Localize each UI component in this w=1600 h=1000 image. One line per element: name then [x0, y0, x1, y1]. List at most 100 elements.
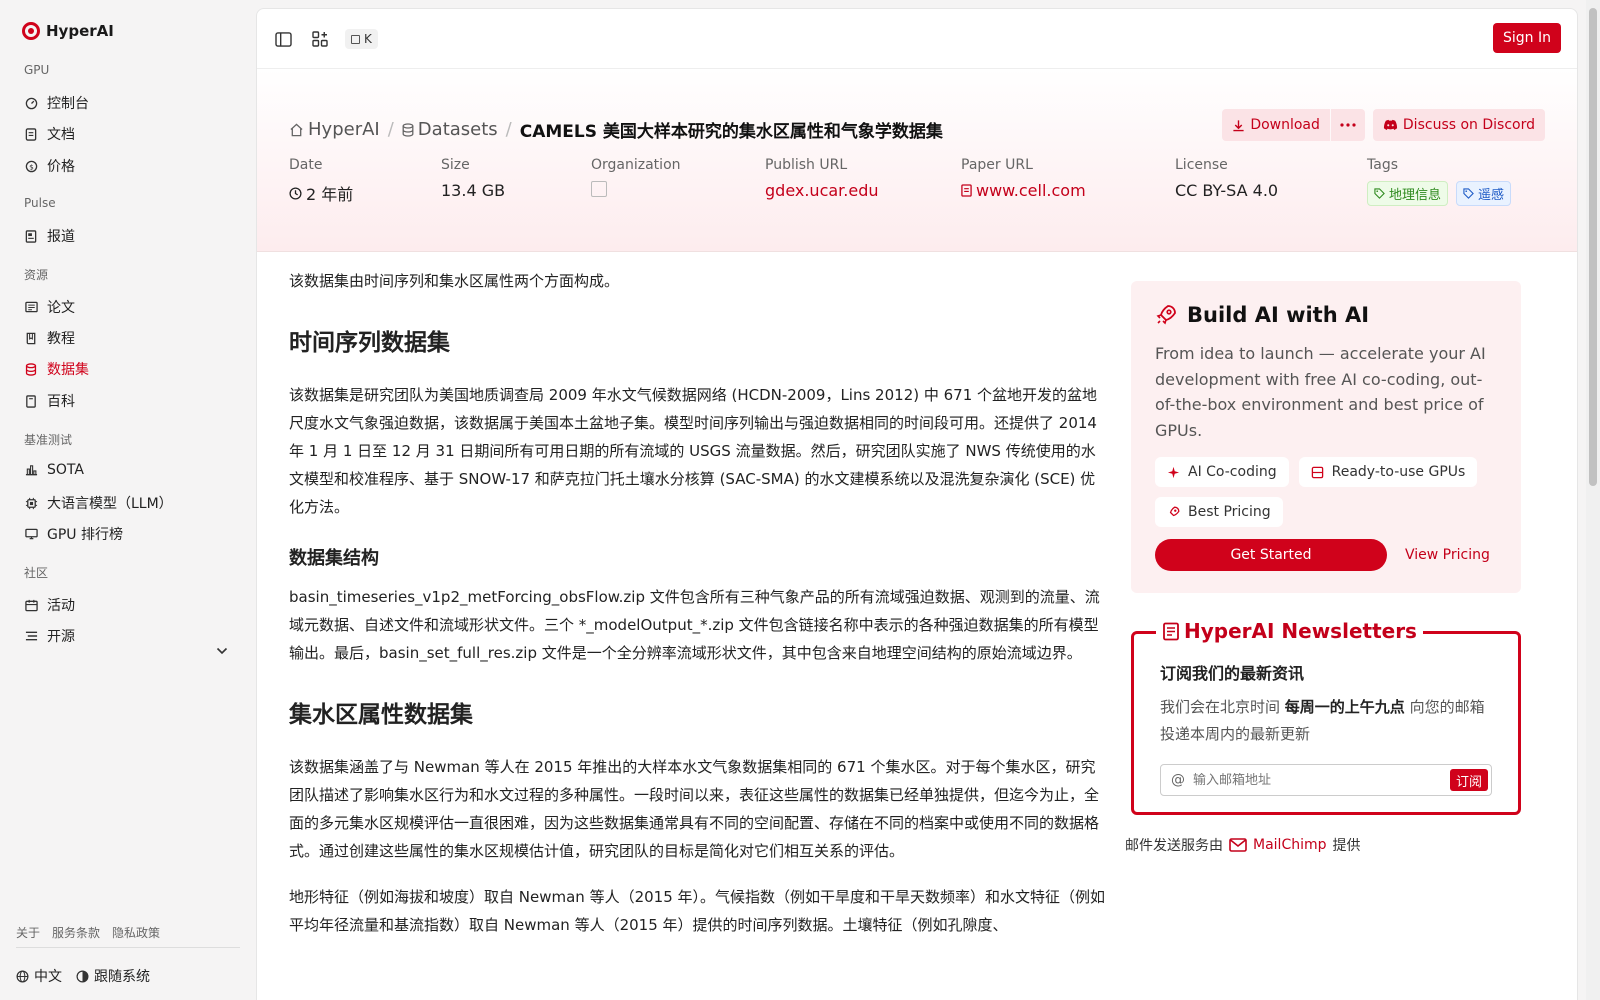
meta-date: Date 2 年前: [289, 157, 354, 204]
nav-section-community: 社区: [24, 566, 49, 580]
mailchimp-link[interactable]: MailChimp: [1229, 837, 1327, 853]
promo-features: AI Co-coding Ready-to-use GPUs Best Pric…: [1155, 457, 1497, 527]
mail-icon: [1229, 838, 1247, 852]
language-switcher[interactable]: 中文: [16, 966, 62, 986]
footer-link-about[interactable]: 关于: [16, 924, 40, 941]
rocket-icon: [1169, 506, 1180, 516]
sidebar-item-gpu-leaderboard[interactable]: GPU 排行榜: [24, 524, 123, 544]
sidebar: HyperAI GPU 控制台 文档 $ 价格 Pulse 报道 资源 论文 教…: [0, 0, 252, 1000]
sidebar-item-open-source[interactable]: 开源: [24, 626, 75, 646]
newspaper-icon: [1163, 622, 1179, 640]
clock-icon: [289, 186, 302, 200]
sidebar-item-news[interactable]: 报道: [24, 226, 75, 246]
hyperai-logo-icon: [22, 22, 40, 40]
app-logo[interactable]: HyperAI: [22, 22, 114, 40]
command-shortcut[interactable]: K: [345, 29, 378, 49]
meta-organization: Organization: [591, 157, 681, 197]
promo-description: From idea to launch — accelerate your AI…: [1155, 344, 1486, 440]
sidebar-item-console[interactable]: 控制台: [24, 93, 89, 113]
sidebar-item-pricing[interactable]: $ 价格: [24, 156, 75, 176]
feature-chip-pricing: Best Pricing: [1155, 497, 1283, 527]
email-input[interactable]: [1193, 772, 1433, 788]
newsletter-legend: HyperAI Newsletters: [1184, 619, 1417, 643]
publish-url-link[interactable]: gdex.ucar.edu: [765, 181, 879, 200]
tag-remote-sensing[interactable]: 遥感: [1456, 181, 1512, 206]
sidebar-item-sota[interactable]: SOTA: [24, 462, 84, 478]
feature-chip-gpus: Ready-to-use GPUs: [1298, 457, 1478, 487]
intro-paragraph: 该数据集由时间序列和集水区属性两个方面构成。: [289, 272, 620, 290]
paragraph-terrain: 地形特征（例如海拔和坡度）取自 Newman 等人（2015 年）。气候指数（例…: [289, 888, 1106, 934]
view-pricing-link[interactable]: View Pricing: [1405, 547, 1490, 563]
meta-paper-url: Paper URL www.cell.com: [961, 157, 1086, 200]
paper-url-link[interactable]: www.cell.com: [961, 181, 1086, 200]
newsletter-box: HyperAI Newsletters 订阅我们的最新资讯 我们会在北京时间 每…: [1131, 619, 1521, 815]
theme-switcher[interactable]: 跟随系统: [76, 966, 150, 986]
book-icon: [24, 331, 38, 345]
breadcrumb-separator: /: [505, 119, 512, 140]
paragraph-timeseries: 该数据集是研究团队为美国地质调查局 2009 年水文气候数据网络 (HCDN-2…: [289, 386, 1098, 516]
newsletter-title: 订阅我们的最新资讯: [1160, 664, 1305, 683]
page-scrollbar[interactable]: [1586, 0, 1600, 1000]
sidebar-item-docs[interactable]: 文档: [24, 124, 75, 144]
download-button[interactable]: Download: [1222, 109, 1330, 141]
more-horizontal-icon: [1340, 123, 1356, 127]
subscribe-button[interactable]: 订阅: [1449, 769, 1488, 791]
calendar-icon: [24, 598, 38, 612]
doc-icon: [24, 127, 38, 141]
paragraph-structure: basin_timeseries_v1p2_metForcing_obsFlow…: [289, 588, 1100, 662]
tag-geography[interactable]: 地理信息: [1367, 181, 1449, 206]
newsletter-description: 我们会在北京时间 每周一的上午九点 向您的邮箱投递本周内的最新更新: [1160, 698, 1485, 743]
breadcrumb-home[interactable]: HyperAI: [289, 119, 380, 140]
heading-timeseries: 时间序列数据集: [289, 330, 450, 356]
paper-icon: [24, 300, 38, 314]
paragraph-attributes: 该数据集涵盖了与 Newman 等人在 2015 年推出的大样本水文气象数据集相…: [289, 758, 1100, 860]
meta-size: Size 13.4 GB: [441, 157, 506, 200]
get-started-button[interactable]: Get Started: [1155, 539, 1387, 571]
footer-link-privacy[interactable]: 隐私政策: [112, 924, 160, 941]
tag-icon: [1374, 188, 1385, 199]
breadcrumb-datasets[interactable]: Datasets: [402, 119, 498, 140]
monitor-icon: [24, 527, 38, 541]
scrollbar-thumb[interactable]: [1589, 8, 1597, 486]
top-bar: K Sign In: [257, 9, 1577, 69]
command-key-icon: [351, 34, 360, 44]
dataset-description: 该数据集由时间序列和集水区属性两个方面构成。 时间序列数据集 该数据集是研究团队…: [289, 267, 1105, 957]
footer-link-terms[interactable]: 服务条款: [52, 924, 100, 941]
rocket-icon: [1156, 305, 1176, 325]
footer-links: 关于 服务条款 隐私政策: [16, 924, 160, 941]
nav-section-pulse: Pulse: [24, 196, 56, 210]
contrast-icon: [76, 970, 89, 982]
app-name: HyperAI: [46, 22, 114, 40]
chart-icon: [24, 463, 38, 477]
meta-license: License CC BY-SA 4.0: [1175, 157, 1279, 200]
dataset-actions: Download Discuss on Discord: [1222, 109, 1545, 141]
sidebar-item-tutorials[interactable]: 教程: [24, 328, 75, 348]
sidebar-item-llm[interactable]: 大语言模型（LLM）: [24, 493, 173, 513]
more-options-button[interactable]: [1330, 109, 1365, 141]
promo-title: Build AI with AI: [1187, 303, 1370, 327]
dataset-header: HyperAI / Datasets / CAMELS 美国大样本研究的集水区属…: [257, 69, 1577, 252]
mail-provider-note: 邮件发送服务由 MailChimp 提供: [1125, 837, 1361, 854]
sidebar-toggle-icon[interactable]: [273, 29, 293, 49]
footer-divider: [16, 947, 240, 948]
globe-icon: [16, 970, 29, 982]
download-icon: [1233, 119, 1244, 131]
sidebar-item-events[interactable]: 活动: [24, 595, 75, 615]
sidebar-item-datasets[interactable]: 数据集: [24, 359, 89, 379]
apps-grid-icon[interactable]: [310, 29, 330, 49]
discord-button[interactable]: Discuss on Discord: [1372, 109, 1545, 141]
tag-icon: [1463, 188, 1474, 199]
organization-logo[interactable]: [591, 181, 607, 197]
sidebar-item-wiki[interactable]: 百科: [24, 391, 75, 411]
list-icon: [24, 629, 38, 643]
page-title: CAMELS 美国大样本研究的集水区属性和气象学数据集: [519, 122, 943, 142]
database-icon: [24, 362, 38, 376]
download-group: Download: [1222, 109, 1365, 141]
sidebar-item-papers[interactable]: 论文: [24, 297, 75, 317]
sign-in-button[interactable]: Sign In: [1493, 23, 1561, 53]
footer-settings: 中文 跟随系统: [16, 966, 150, 986]
home-icon: [290, 123, 303, 136]
chevron-down-icon[interactable]: [216, 640, 228, 659]
at-sign-icon: @: [1171, 772, 1185, 788]
svg-text:$: $: [29, 162, 34, 171]
